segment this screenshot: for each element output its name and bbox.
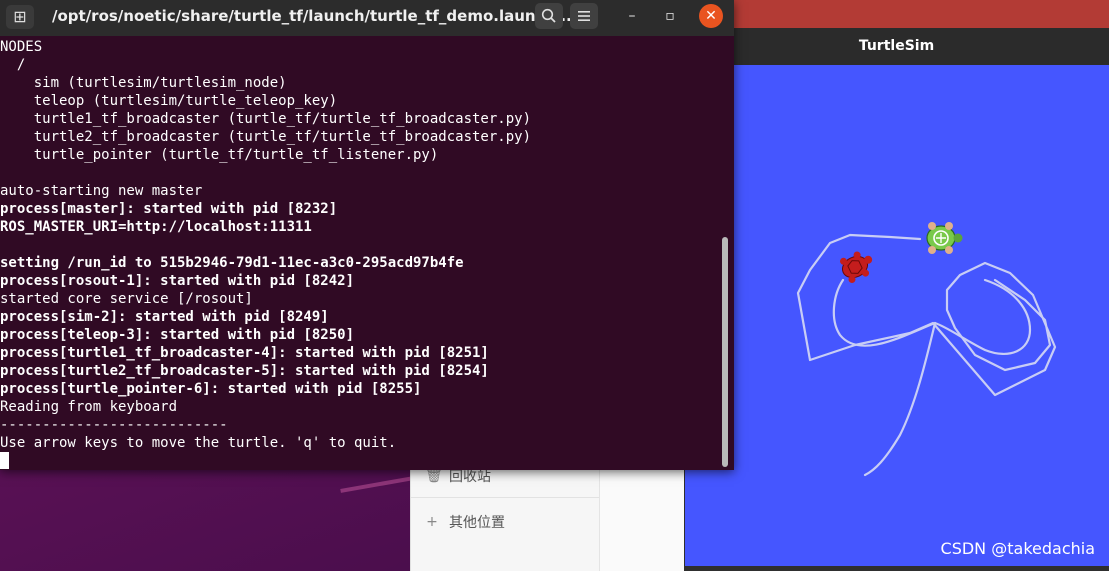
terminal-line: turtle_pointer (turtle_tf/turtle_tf_list…: [0, 147, 439, 163]
terminal-line: process[turtle2_tf_broadcaster-5]: start…: [0, 363, 489, 379]
new-tab-button[interactable]: ⊞: [6, 5, 34, 29]
csdn-watermark: CSDN @takedachia: [940, 539, 1095, 558]
turtle-trail-drawing: [796, 222, 1057, 477]
terminal-line: teleop (turtlesim/turtle_teleop_key): [0, 93, 338, 109]
terminal-line: Reading from keyboard: [0, 399, 178, 415]
terminal-line: process[master]: started with pid [8232]: [0, 201, 338, 217]
close-icon: ✕: [705, 8, 717, 24]
turtle2-green: [926, 222, 963, 254]
terminal-headerbar[interactable]: ⊞ /opt/ros/noetic/share/turtle_tf/launch…: [0, 0, 734, 36]
terminal-line: NODES: [0, 39, 43, 55]
terminal-line: process[turtle1_tf_broadcaster-4]: start…: [0, 345, 489, 361]
window-top-edge: [734, 0, 1109, 28]
terminal-line: sim (turtlesim/turtlesim_node): [0, 75, 287, 91]
hamburger-menu-icon: [578, 11, 590, 21]
search-button[interactable]: [535, 3, 563, 29]
new-tab-icon: ⊞: [13, 7, 27, 26]
terminal-window[interactable]: ⊞ /opt/ros/noetic/share/turtle_tf/launch…: [0, 0, 734, 470]
terminal-line: ---------------------------: [0, 417, 228, 433]
search-icon: [541, 8, 556, 23]
terminal-line: Use arrow keys to move the turtle. 'q' t…: [0, 435, 397, 451]
terminal-scrollbar[interactable]: [722, 237, 728, 467]
terminal-line: turtle1_tf_broadcaster (turtle_tf/turtle…: [0, 111, 532, 127]
sidebar-item-label: 其他位置: [449, 515, 505, 531]
turtle1-red: [840, 251, 873, 283]
terminal-line: turtle2_tf_broadcaster (turtle_tf/turtle…: [0, 129, 532, 145]
terminal-line: process[sim-2]: started with pid [8249]: [0, 309, 329, 325]
terminal-line: process[teleop-3]: started with pid [825…: [0, 327, 355, 343]
menu-button[interactable]: [570, 3, 598, 29]
minimize-icon: –: [628, 8, 636, 24]
maximize-icon: ▫: [665, 8, 675, 24]
terminal-line: setting /run_id to 515b2946-79d1-11ec-a3…: [0, 255, 464, 271]
turtle-trail: [796, 233, 1057, 477]
turtlesim-canvas: CSDN @takedachia: [685, 65, 1109, 566]
terminal-title: /opt/ros/noetic/share/turtle_tf/launch/t…: [52, 7, 578, 25]
terminal-prompt-line[interactable]: [0, 452, 722, 470]
turtlesim-window[interactable]: TurtleSim CSDN @takedachia: [684, 28, 1109, 571]
sidebar-item-other-locations[interactable]: + 其他位置: [425, 512, 505, 532]
terminal-line: ROS_MASTER_URI=http://localhost:11311: [0, 219, 312, 235]
turtlesim-titlebar[interactable]: TurtleSim: [684, 28, 1109, 65]
sidebar-divider: [411, 497, 599, 498]
terminal-line: auto-starting new master: [0, 183, 203, 199]
minimize-button[interactable]: –: [620, 4, 644, 28]
terminal-line: process[rosout-1]: started with pid [824…: [0, 273, 355, 289]
terminal-output[interactable]: NODES / sim (turtlesim/turtlesim_node) t…: [0, 38, 722, 470]
terminal-line: started core service [/rosout]: [0, 291, 253, 307]
wallpaper-decoration: [340, 475, 420, 493]
terminal-cursor: [0, 452, 9, 469]
trash-icon: 🗑: [425, 468, 443, 484]
terminal-line: /: [0, 57, 26, 73]
terminal-line: process[turtle_pointer-6]: started with …: [0, 381, 422, 397]
plus-icon: +: [426, 514, 438, 530]
maximize-button[interactable]: ▫: [658, 4, 682, 28]
close-button[interactable]: ✕: [699, 4, 723, 28]
